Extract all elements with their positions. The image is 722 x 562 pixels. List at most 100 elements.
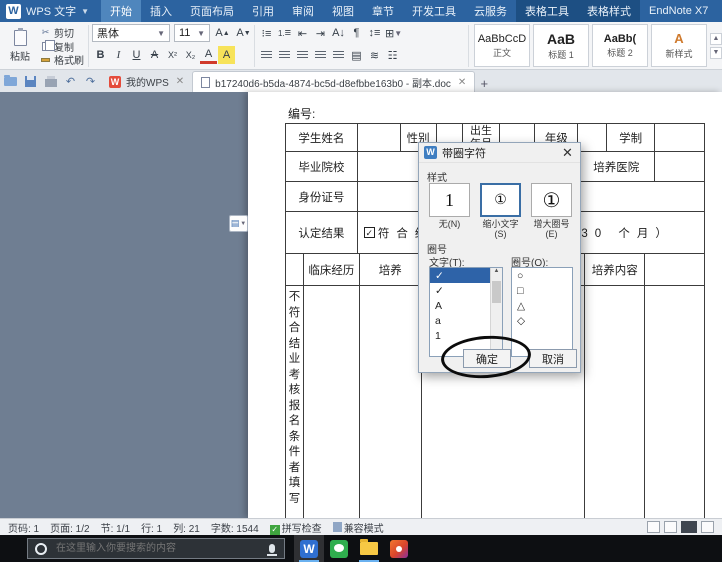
font-color-button[interactable]: A xyxy=(200,46,217,64)
taskbar-green-app-icon[interactable] xyxy=(324,535,354,562)
tab-dev-tools[interactable]: 开发工具 xyxy=(403,0,465,22)
tab-references[interactable]: 引用 xyxy=(243,0,283,22)
status-word-count[interactable]: 字数: 1544 xyxy=(211,520,259,535)
style-option-shrink-text[interactable]: ① 缩小文字(S) xyxy=(478,183,523,239)
taskbar-file-explorer-icon[interactable] xyxy=(354,535,384,562)
close-icon[interactable]: ✕ xyxy=(458,77,466,88)
tab-my-wps[interactable]: W 我的WPS ✕ xyxy=(101,71,192,92)
tab-home[interactable]: 开始 xyxy=(101,0,141,22)
distribute-button[interactable] xyxy=(330,46,347,64)
tab-view[interactable]: 视图 xyxy=(323,0,363,22)
format-painter-button[interactable]: 格式刷 xyxy=(40,53,84,66)
tab-document[interactable]: b17240d6-b5da-4874-bc5d-d8efbbe163b0 - 副… xyxy=(192,71,475,92)
tab-insert[interactable]: 插入 xyxy=(141,0,181,22)
style-option-enlarge-circle[interactable]: ① 增大圈号(E) xyxy=(529,183,574,239)
style-normal[interactable]: AaBbCcD 正文 xyxy=(474,24,530,67)
tab-review[interactable]: 审阅 xyxy=(283,0,323,22)
circle-option[interactable]: △ xyxy=(512,298,572,313)
align-center-button[interactable] xyxy=(276,46,293,64)
tab-page-layout[interactable]: 页面布局 xyxy=(181,0,243,22)
cell-training-hospital[interactable] xyxy=(655,152,705,182)
tab-table-style[interactable]: 表格样式 xyxy=(578,0,640,22)
print-layout-view-icon[interactable] xyxy=(647,521,660,533)
cell-blank[interactable] xyxy=(304,286,360,519)
style-heading2[interactable]: AaBb( 标题 2 xyxy=(592,24,648,67)
italic-button[interactable]: I xyxy=(110,46,127,64)
cut-button[interactable]: ✂ 剪切 xyxy=(40,26,84,39)
style-none-label: 无(N) xyxy=(427,219,472,229)
style-option-none[interactable]: 1 无(N) xyxy=(427,183,472,229)
paste-button[interactable]: 粘贴 xyxy=(4,24,36,68)
tab-section[interactable]: 章节 xyxy=(363,0,403,22)
show-marks-button[interactable]: ¶ xyxy=(348,24,365,42)
paste-label: 粘贴 xyxy=(10,48,30,63)
cell-student-name[interactable] xyxy=(358,124,401,152)
tab-table-tools[interactable]: 表格工具 xyxy=(516,0,578,22)
bullets-button[interactable]: ⁝≡ xyxy=(258,24,275,42)
circle-option[interactable]: □ xyxy=(512,283,572,298)
tab-cloud[interactable]: 云服务 xyxy=(465,0,516,22)
cell-blank[interactable] xyxy=(360,286,422,519)
numbering-button[interactable]: 1.≡ xyxy=(276,24,293,42)
checked-checkbox-icon[interactable]: ✓ xyxy=(364,227,375,238)
dialog-title-bar[interactable]: W 带圈字符 ✕ xyxy=(419,143,580,163)
new-style-button[interactable]: A 新样式 xyxy=(651,24,707,67)
compat-mode-status[interactable]: 兼容模式 xyxy=(333,520,384,535)
gallery-down-button[interactable]: ▼ xyxy=(710,47,722,59)
circle-option[interactable]: ◇ xyxy=(512,313,572,328)
underline-button[interactable]: U xyxy=(128,46,145,64)
font-name-combo[interactable]: 黑体 ▼ xyxy=(92,24,170,42)
cell-program-length[interactable] xyxy=(655,124,705,152)
circle-option[interactable]: ○ xyxy=(512,268,572,283)
cancel-button[interactable]: 取消 xyxy=(529,349,577,368)
undo-icon[interactable]: ↶ xyxy=(64,75,77,88)
style-heading1[interactable]: AaB 标题 1 xyxy=(533,24,589,67)
web-layout-view-icon[interactable] xyxy=(664,521,677,533)
align-right-button[interactable] xyxy=(294,46,311,64)
sort-button[interactable]: A↓ xyxy=(330,24,347,42)
bold-button[interactable]: B xyxy=(92,46,109,64)
subscript-button[interactable]: X₂ xyxy=(182,46,199,64)
spellcheck-status[interactable]: ✓拼写检查 xyxy=(270,520,322,535)
tab-endnote[interactable]: EndNote X7 xyxy=(640,0,717,22)
shading-button[interactable]: ▤ xyxy=(348,46,365,64)
app-logo[interactable]: W WPS 文字 ▼ xyxy=(0,0,101,22)
shrink-font-button[interactable]: A▼ xyxy=(235,24,252,42)
line-spacing-button[interactable]: ↕≡ xyxy=(366,24,383,42)
cortana-icon[interactable] xyxy=(35,543,47,555)
grow-font-button[interactable]: A▲ xyxy=(214,24,231,42)
scrollbar-thumb[interactable] xyxy=(492,281,501,303)
new-tab-button[interactable]: + xyxy=(475,74,493,92)
gallery-up-button[interactable]: ▲ xyxy=(710,33,722,45)
decrease-indent-button[interactable]: ⇤ xyxy=(294,24,311,42)
print-icon[interactable] xyxy=(44,75,57,88)
floating-paste-options-icon[interactable]: ▤▼ xyxy=(229,215,248,232)
justify-button[interactable] xyxy=(312,46,329,64)
close-icon[interactable]: ✕ xyxy=(176,76,184,87)
taskbar-colorful-app-icon[interactable] xyxy=(384,535,414,562)
strikethrough-button[interactable]: A xyxy=(146,46,163,64)
highlight-button[interactable]: A xyxy=(218,46,235,64)
taskbar-wps-icon[interactable]: W xyxy=(294,535,324,562)
superscript-button[interactable]: X² xyxy=(164,46,181,64)
paragraph-settings-button[interactable]: ☷ xyxy=(384,46,401,64)
borders-button[interactable]: ⊞▼ xyxy=(384,24,403,42)
cell-blank[interactable] xyxy=(585,286,645,519)
taskbar-search-box[interactable] xyxy=(27,538,285,559)
cell-grade[interactable] xyxy=(578,124,607,152)
close-icon[interactable]: ✕ xyxy=(560,145,575,160)
align-left-button[interactable] xyxy=(258,46,275,64)
save-icon[interactable] xyxy=(24,75,37,88)
font-size-combo[interactable]: 11 ▼ xyxy=(174,24,210,42)
active-view-icon[interactable] xyxy=(681,521,697,533)
fullscreen-view-icon[interactable] xyxy=(701,521,714,533)
microphone-icon[interactable] xyxy=(269,544,275,553)
increase-indent-button[interactable]: ⇥ xyxy=(312,24,329,42)
redo-icon[interactable]: ↷ xyxy=(84,75,97,88)
copy-button[interactable]: 复制 xyxy=(40,40,84,53)
search-input[interactable] xyxy=(54,542,262,555)
cell-blank[interactable] xyxy=(645,286,705,519)
text-direction-button[interactable]: ≋ xyxy=(366,46,383,64)
scroll-up-icon[interactable]: ▲ xyxy=(494,268,500,274)
open-folder-icon[interactable] xyxy=(4,75,17,88)
